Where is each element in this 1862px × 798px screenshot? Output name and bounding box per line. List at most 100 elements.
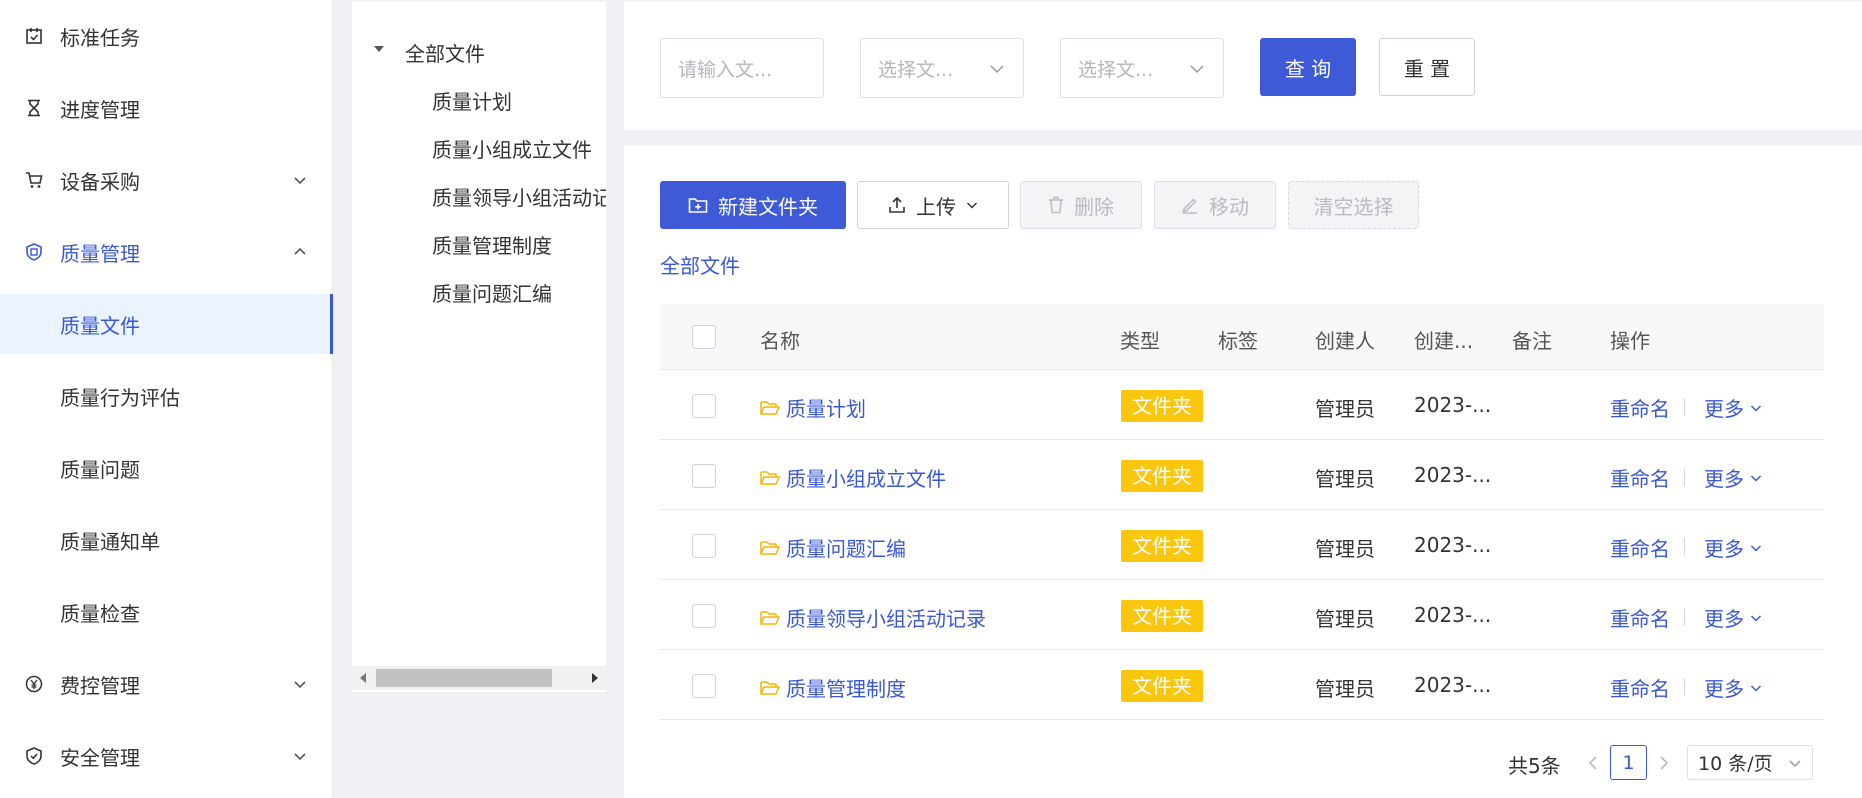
chevron-down-icon xyxy=(989,61,1005,77)
column-header-type: 类型 xyxy=(1120,329,1160,353)
row-checkbox[interactable] xyxy=(692,674,716,698)
prev-page-icon[interactable] xyxy=(1585,752,1601,774)
rename-button[interactable]: 重命名 xyxy=(1610,463,1670,492)
rename-button[interactable]: 重命名 xyxy=(1610,393,1670,422)
tree-node-quality-issues[interactable]: 质量问题汇编 xyxy=(432,278,552,307)
yen-icon xyxy=(24,674,44,694)
scroll-right-arrow-icon[interactable] xyxy=(592,673,598,683)
new-folder-button[interactable]: 新建文件夹 xyxy=(660,181,846,229)
file-name-link[interactable]: 质量领导小组活动记录 xyxy=(760,603,986,632)
chevron-up-icon xyxy=(293,245,307,259)
reset-button[interactable]: 重 置 xyxy=(1379,38,1475,96)
select-all-checkbox[interactable] xyxy=(692,325,716,349)
edit-pen-icon xyxy=(1181,196,1199,214)
rename-button[interactable]: 重命名 xyxy=(1610,673,1670,702)
row-checkbox[interactable] xyxy=(692,534,716,558)
created-cell: 2023-... xyxy=(1414,393,1492,417)
task-check-icon xyxy=(24,26,44,46)
sidebar-item-quality-notice[interactable]: 质量通知单 xyxy=(0,510,333,570)
more-dropdown[interactable]: 更多 xyxy=(1704,533,1762,562)
tree-node-quality-leadership[interactable]: 质量领导小组活动记录 xyxy=(432,182,606,211)
upload-icon xyxy=(888,196,906,214)
sidebar-item-equipment[interactable]: 设备采购 xyxy=(0,150,333,210)
creator-cell: 管理员 xyxy=(1315,397,1375,421)
move-button[interactable]: 移动 xyxy=(1154,181,1276,229)
file-tag-select[interactable]: 选择文... xyxy=(1060,38,1224,98)
upload-button[interactable]: 上传 xyxy=(857,181,1009,229)
row-checkbox[interactable] xyxy=(692,604,716,628)
breadcrumb[interactable]: 全部文件 xyxy=(660,250,740,279)
sidebar-item-quality[interactable]: 质量管理 xyxy=(0,222,333,282)
tree-node-root[interactable]: 全部文件 xyxy=(405,38,485,67)
delete-button[interactable]: 删除 xyxy=(1020,181,1142,229)
column-header-created: 创建... xyxy=(1414,329,1474,353)
divider xyxy=(1684,608,1685,626)
tree-node-quality-group[interactable]: 质量小组成立文件 xyxy=(432,134,592,163)
sidebar-item-standard-task[interactable]: 标准任务 xyxy=(0,6,333,66)
rename-button[interactable]: 重命名 xyxy=(1610,603,1670,632)
table-row: 质量领导小组活动记录 文件夹 管理员 2023-... 重命名 更多 xyxy=(660,581,1824,650)
table-header: 名称 类型 标签 创建人 创建... 备注 操作 xyxy=(660,304,1824,370)
sidebar-item-quality-evaluation[interactable]: 质量行为评估 xyxy=(0,366,333,426)
next-page-icon[interactable] xyxy=(1656,752,1672,774)
folder-open-icon xyxy=(760,470,780,486)
sidebar-item-safety[interactable]: 安全管理 xyxy=(0,726,333,786)
sidebar-item-quality-issues[interactable]: 质量问题 xyxy=(0,438,333,498)
page-size-select[interactable]: 10 条/页 xyxy=(1687,745,1813,780)
file-name-link[interactable]: 质量管理制度 xyxy=(760,673,906,702)
sidebar-item-label: 质量管理 xyxy=(60,241,140,266)
hourglass-icon xyxy=(24,98,44,118)
column-header-remark: 备注 xyxy=(1512,329,1552,353)
divider xyxy=(1684,398,1685,416)
clear-selection-button[interactable]: 清空选择 xyxy=(1288,181,1419,229)
chevron-down-icon xyxy=(293,173,307,187)
file-name-link[interactable]: 质量小组成立文件 xyxy=(760,463,946,492)
more-dropdown[interactable]: 更多 xyxy=(1704,463,1762,492)
rename-button[interactable]: 重命名 xyxy=(1610,533,1670,562)
type-tag: 文件夹 xyxy=(1121,390,1203,422)
new-folder-label: 新建文件夹 xyxy=(718,194,818,219)
column-header-tag: 标签 xyxy=(1218,329,1258,353)
sidebar-item-label: 设备采购 xyxy=(60,169,140,194)
more-dropdown[interactable]: 更多 xyxy=(1704,603,1762,632)
table-row: 质量计划 文件夹 管理员 2023-... 重命名 更多 xyxy=(660,371,1824,440)
sidebar-item-label: 进度管理 xyxy=(60,97,140,122)
select-placeholder: 选择文... xyxy=(878,58,954,81)
divider xyxy=(1684,468,1685,486)
move-label: 移动 xyxy=(1209,194,1249,219)
sidebar: 标准任务 进度管理 设备采购 质量管理 质量文件 质量行为评估 质量问题 质量通… xyxy=(0,0,333,798)
sidebar-item-progress[interactable]: 进度管理 xyxy=(0,78,333,138)
chevron-down-icon xyxy=(293,749,307,763)
file-name-link[interactable]: 质量计划 xyxy=(760,393,866,422)
scroll-left-arrow-icon[interactable] xyxy=(360,673,366,683)
upload-label: 上传 xyxy=(916,194,956,219)
sidebar-item-quality-check[interactable]: 质量检查 xyxy=(0,582,333,642)
tree-node-quality-system[interactable]: 质量管理制度 xyxy=(432,230,552,259)
scrollbar-thumb[interactable] xyxy=(376,669,552,687)
caret-down-icon[interactable] xyxy=(374,46,384,52)
tree-node-quality-plan[interactable]: 质量计划 xyxy=(432,86,512,115)
sidebar-item-label: 质量检查 xyxy=(60,601,140,626)
query-button[interactable]: 查 询 xyxy=(1260,38,1356,96)
sidebar-item-quality-files[interactable]: 质量文件 xyxy=(0,294,333,354)
more-dropdown[interactable]: 更多 xyxy=(1704,673,1762,702)
file-name-link[interactable]: 质量问题汇编 xyxy=(760,533,906,562)
file-name-input[interactable]: 请输入文... xyxy=(660,38,824,98)
folder-tree: 全部文件 质量计划 质量小组成立文件 质量领导小组活动记录 质量管理制度 质量问… xyxy=(352,2,606,692)
row-checkbox[interactable] xyxy=(692,394,716,418)
row-checkbox[interactable] xyxy=(692,464,716,488)
file-type-select[interactable]: 选择文... xyxy=(860,38,1024,98)
creator-cell: 管理员 xyxy=(1315,677,1375,701)
file-name-text: 质量计划 xyxy=(786,397,866,421)
tree-horizontal-scrollbar[interactable] xyxy=(352,666,606,690)
file-name-text: 质量管理制度 xyxy=(786,677,906,701)
more-dropdown[interactable]: 更多 xyxy=(1704,393,1762,422)
page-button-current[interactable]: 1 xyxy=(1610,745,1647,780)
chevron-down-icon xyxy=(1750,542,1762,554)
created-cell: 2023-... xyxy=(1414,603,1492,627)
sidebar-item-label: 安全管理 xyxy=(60,745,140,770)
sidebar-item-cost-control[interactable]: 费控管理 xyxy=(0,654,333,714)
created-cell: 2023-... xyxy=(1414,673,1492,697)
more-label: 更多 xyxy=(1704,607,1744,631)
chevron-down-icon xyxy=(1788,756,1802,770)
